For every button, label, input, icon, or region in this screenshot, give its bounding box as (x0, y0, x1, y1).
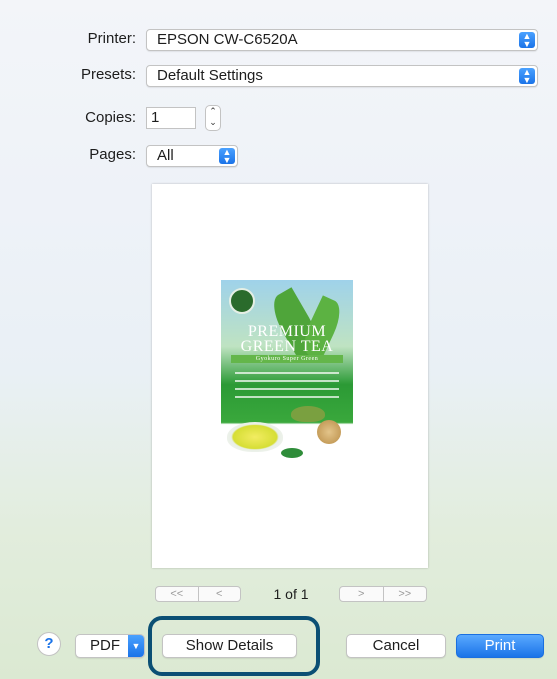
copies-label: Copies: (85, 109, 136, 126)
pager-forward-group: > >> (339, 586, 427, 602)
copies-stepper[interactable]: ⌃ ⌄ (205, 105, 221, 131)
printer-value: EPSON CW-C6520A (157, 31, 298, 48)
pager-back-group: << < (155, 586, 241, 602)
updown-chevron-icon: ▲ ▼ (219, 148, 235, 165)
printer-select[interactable]: EPSON CW-C6520A ▲ ▼ (146, 29, 538, 51)
seal-icon (229, 288, 255, 314)
tea-cup (227, 422, 283, 452)
first-page-button[interactable]: << (156, 587, 198, 601)
wooden-scoop (317, 420, 341, 444)
cancel-button[interactable]: Cancel (346, 634, 446, 658)
pages-label: Pages: (89, 146, 136, 163)
product-text-line (235, 380, 339, 382)
mint-leaf (281, 448, 303, 458)
pages-value: All (157, 147, 174, 164)
last-page-button[interactable]: >> (382, 587, 427, 601)
chevron-down-icon: ▼ (128, 635, 144, 657)
page-count: 1 of 1 (273, 586, 309, 602)
help-button[interactable]: ? (37, 632, 61, 656)
pdf-menu-button[interactable]: PDF ▼ (75, 634, 145, 658)
show-details-button[interactable]: Show Details (162, 634, 297, 658)
product-text-line (235, 396, 339, 398)
product-text-line (235, 388, 339, 390)
updown-chevron-icon: ▲ ▼ (519, 32, 535, 49)
product-subtitle: Gyokuro Super Green (255, 356, 319, 362)
pdf-label: PDF (90, 637, 120, 654)
product-title-line2: GREEN TEA (240, 338, 334, 355)
presets-label: Presets: (80, 66, 136, 83)
copies-field[interactable]: 1 (146, 107, 196, 129)
tea-powder (291, 406, 325, 422)
preview-product-image: PREMIUM GREEN TEA Gyokuro Super Green (221, 280, 353, 470)
stepper-up-icon[interactable]: ⌃ (206, 106, 220, 117)
presets-value: Default Settings (157, 67, 263, 84)
printer-label: Printer: (87, 30, 136, 47)
previous-page-button[interactable]: < (197, 587, 241, 601)
print-button[interactable]: Print (456, 634, 544, 658)
updown-chevron-icon: ▲ ▼ (519, 68, 535, 85)
presets-select[interactable]: Default Settings ▲ ▼ (146, 65, 538, 87)
product-text-line (235, 372, 339, 374)
pages-select[interactable]: All ▲ ▼ (146, 145, 238, 167)
next-page-button[interactable]: > (340, 587, 383, 601)
stepper-down-icon[interactable]: ⌄ (206, 117, 220, 128)
